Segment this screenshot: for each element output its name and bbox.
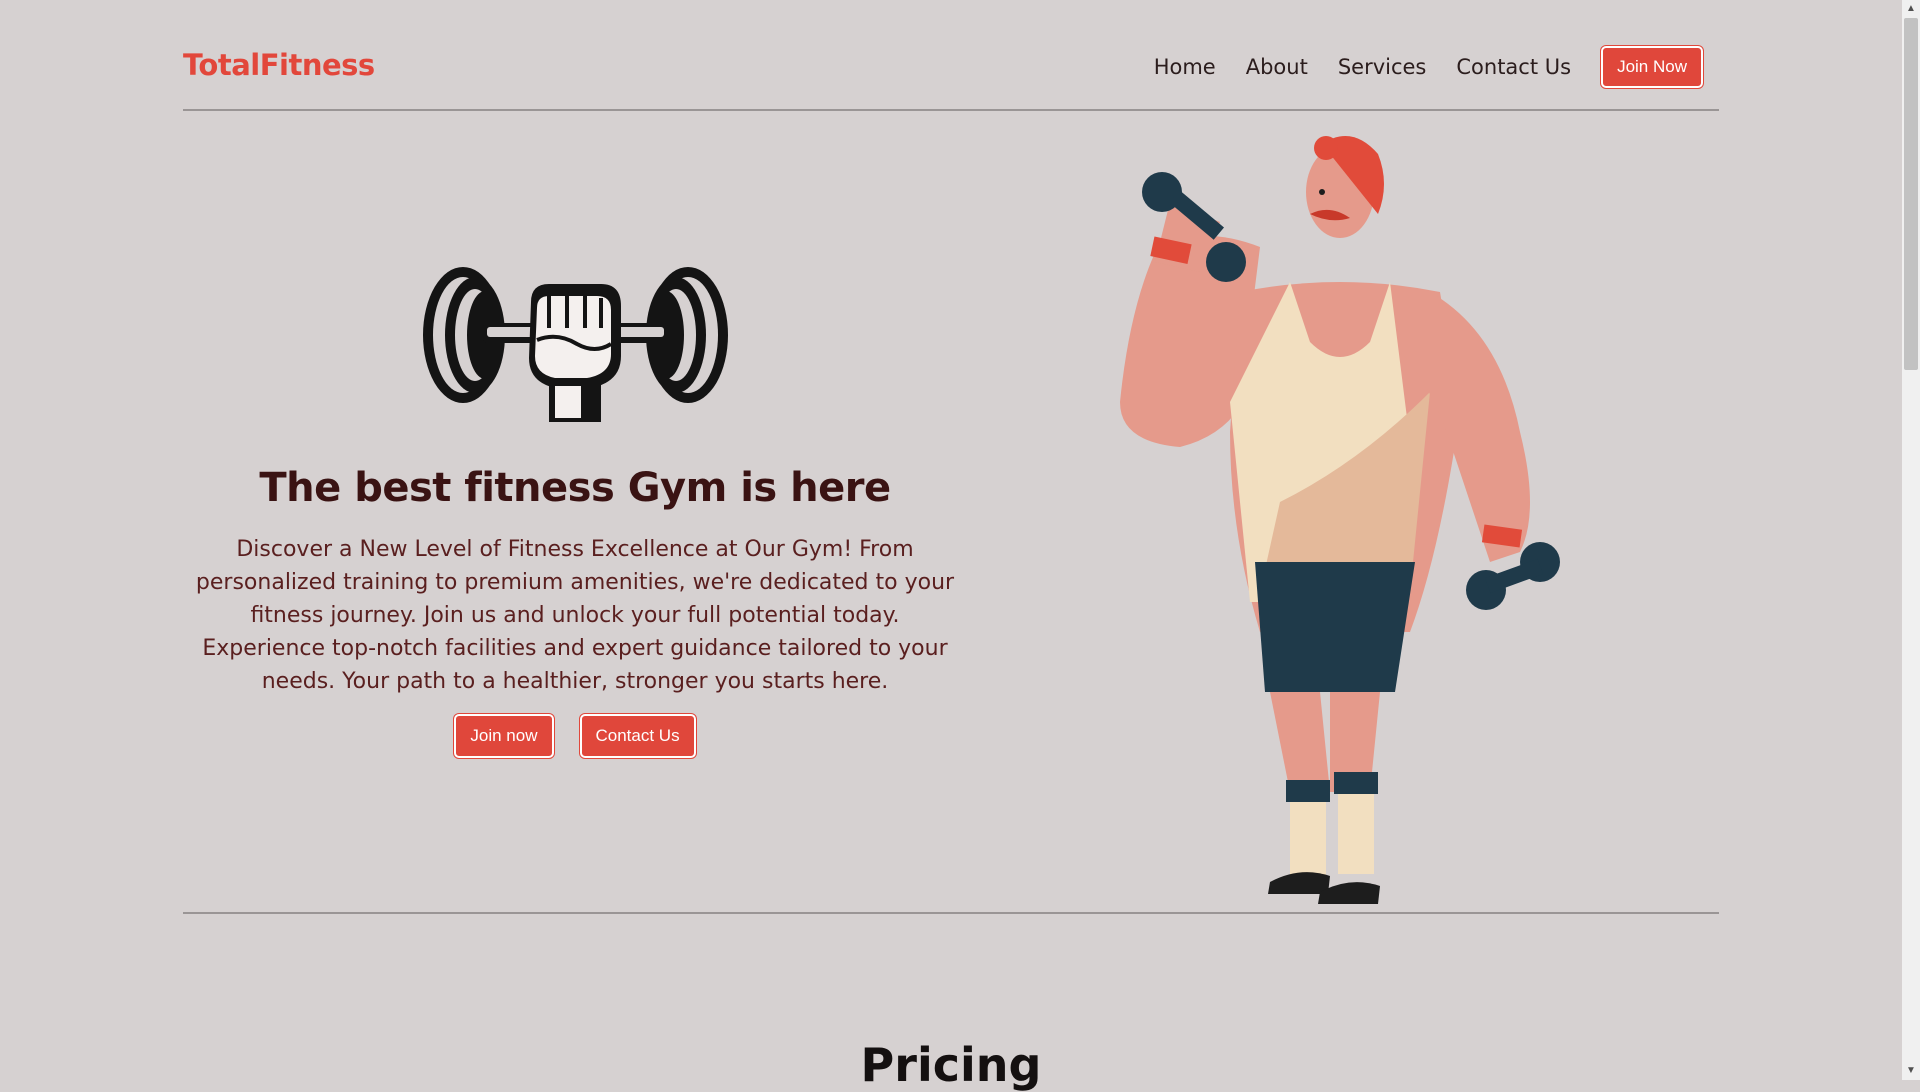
hero-content: The best fitness Gym is here Discover a … xyxy=(183,250,967,758)
join-now-button[interactable]: Join Now xyxy=(1601,46,1703,88)
pricing-title: Pricing xyxy=(860,1038,1042,1092)
hero-divider xyxy=(183,912,1719,914)
nav-services[interactable]: Services xyxy=(1338,55,1427,79)
nav-about[interactable]: About xyxy=(1246,55,1308,79)
scrollbar-thumb[interactable] xyxy=(1904,18,1918,370)
contact-us-hero-button[interactable]: Contact Us xyxy=(579,714,696,758)
nav-home[interactable]: Home xyxy=(1154,55,1216,79)
hero-title: The best fitness Gym is here xyxy=(259,465,891,511)
page: TotalFitness Home About Services Contact… xyxy=(0,0,1902,1092)
hero-description: Discover a New Level of Fitness Excellen… xyxy=(195,537,955,694)
scroll-up-icon[interactable]: ▲ xyxy=(1902,0,1920,18)
nav-contact[interactable]: Contact Us xyxy=(1456,55,1571,79)
site-logo[interactable]: TotalFitness xyxy=(183,48,375,82)
muscleman-illustration xyxy=(1120,136,1560,904)
scroll-down-icon[interactable]: ▼ xyxy=(1902,1062,1920,1080)
vertical-scrollbar[interactable]: ▲ ▼ xyxy=(1902,0,1920,1080)
site-header: TotalFitness Home About Services Contact… xyxy=(183,0,1719,111)
main-nav: Home About Services Contact Us Join Now xyxy=(1124,46,1703,88)
hero-actions: Join now Contact Us xyxy=(183,714,967,758)
join-now-hero-button[interactable]: Join now xyxy=(454,714,554,758)
dumbbell-fist-icon xyxy=(422,267,728,422)
